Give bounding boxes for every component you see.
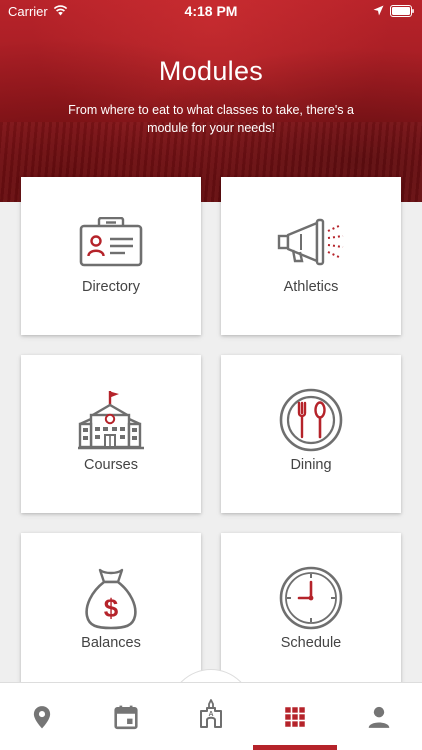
person-icon bbox=[368, 706, 390, 728]
module-card-athletics[interactable]: Athletics bbox=[221, 177, 401, 335]
tab-modules[interactable] bbox=[253, 683, 337, 750]
module-label: Courses bbox=[84, 457, 138, 473]
money-bag-icon: $ bbox=[85, 568, 137, 630]
module-label: Athletics bbox=[283, 279, 339, 295]
plate-fork-spoon-icon bbox=[279, 388, 343, 452]
megaphone-icon bbox=[277, 218, 344, 266]
clock-icon bbox=[279, 566, 343, 630]
svg-text:A: A bbox=[208, 711, 213, 718]
module-card-balances[interactable]: $ Balances bbox=[21, 533, 201, 691]
module-label: Dining bbox=[290, 457, 332, 473]
map-pin-icon bbox=[33, 706, 51, 729]
module-card-dining[interactable]: Dining bbox=[221, 355, 401, 513]
page-subtitle: From where to eat to what classes to tak… bbox=[68, 103, 354, 135]
status-time: 4:18 PM bbox=[184, 3, 238, 19]
calendar-icon bbox=[114, 705, 138, 730]
id-card-icon bbox=[79, 217, 143, 267]
battery-icon bbox=[390, 5, 414, 17]
tab-profile[interactable] bbox=[337, 683, 421, 750]
school-building-icon bbox=[78, 391, 144, 450]
location-arrow-icon bbox=[373, 5, 384, 16]
active-tab-indicator bbox=[253, 745, 337, 750]
tab-map[interactable] bbox=[0, 683, 84, 750]
grid-icon bbox=[285, 707, 305, 727]
module-card-schedule[interactable]: Schedule bbox=[221, 533, 401, 691]
module-label: Schedule bbox=[280, 635, 342, 651]
module-card-courses[interactable]: Courses bbox=[21, 355, 201, 513]
module-label: Directory bbox=[81, 279, 140, 295]
status-bar: Carrier 4:18 PM bbox=[0, 0, 422, 22]
module-card-directory[interactable]: Directory bbox=[21, 177, 201, 335]
tab-calendar[interactable] bbox=[84, 683, 168, 750]
page-title: Modules bbox=[158, 56, 264, 86]
module-label: Balances bbox=[81, 635, 141, 651]
svg-text:$: $ bbox=[104, 593, 119, 623]
tab-home[interactable]: A bbox=[169, 682, 253, 750]
campus-home-icon: A bbox=[200, 699, 222, 728]
